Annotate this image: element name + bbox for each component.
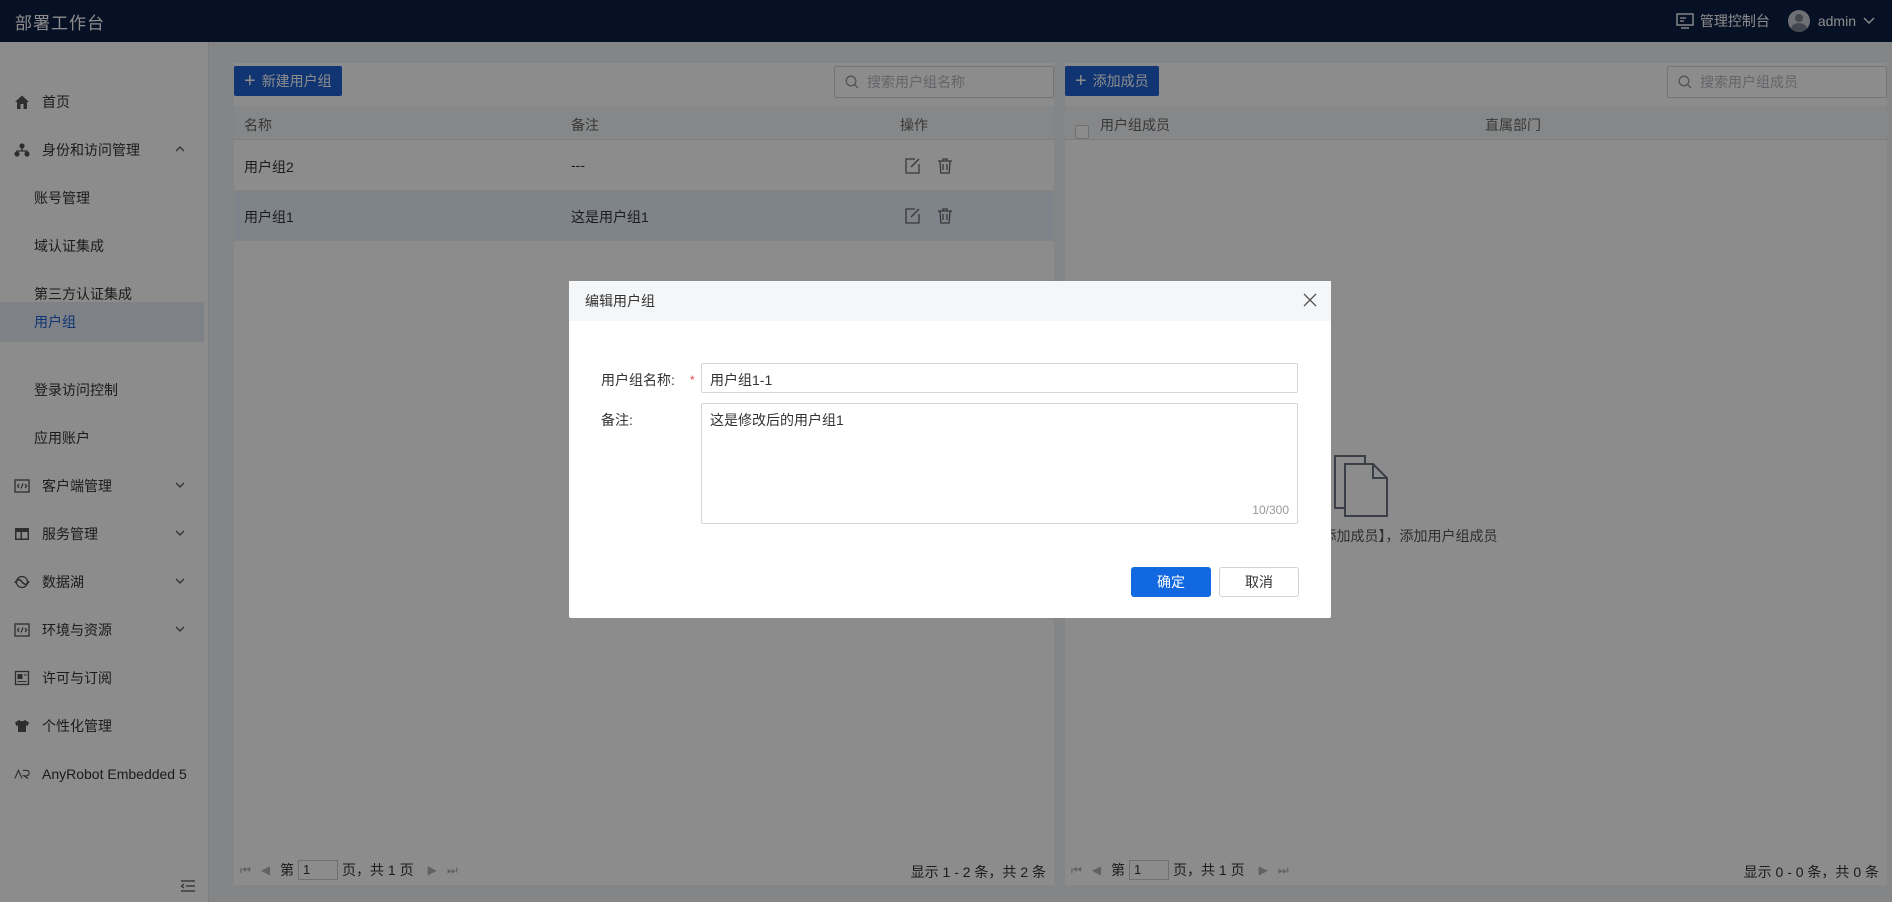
remark-value: 这是修改后的用户组1 — [710, 412, 844, 428]
confirm-button[interactable]: 确定 — [1131, 567, 1211, 597]
remark-field[interactable]: 这是修改后的用户组1 10/300 — [701, 403, 1298, 524]
dialog-title: 编辑用户组 — [585, 293, 655, 309]
cancel-button[interactable]: 取消 — [1219, 567, 1299, 597]
close-icon[interactable] — [1303, 293, 1317, 307]
remark-label: 备注: — [601, 412, 633, 428]
group-name-label: 用户组名称: — [601, 372, 675, 388]
group-name-field[interactable]: 用户组1-1 — [701, 363, 1298, 393]
char-counter: 10/300 — [1252, 503, 1289, 517]
required-mark: * — [690, 373, 695, 387]
dialog-header: 编辑用户组 — [569, 281, 1331, 321]
edit-group-dialog: 编辑用户组 用户组名称: * 用户组1-1 备注: 这是修改后的用户组1 10/… — [569, 281, 1331, 618]
